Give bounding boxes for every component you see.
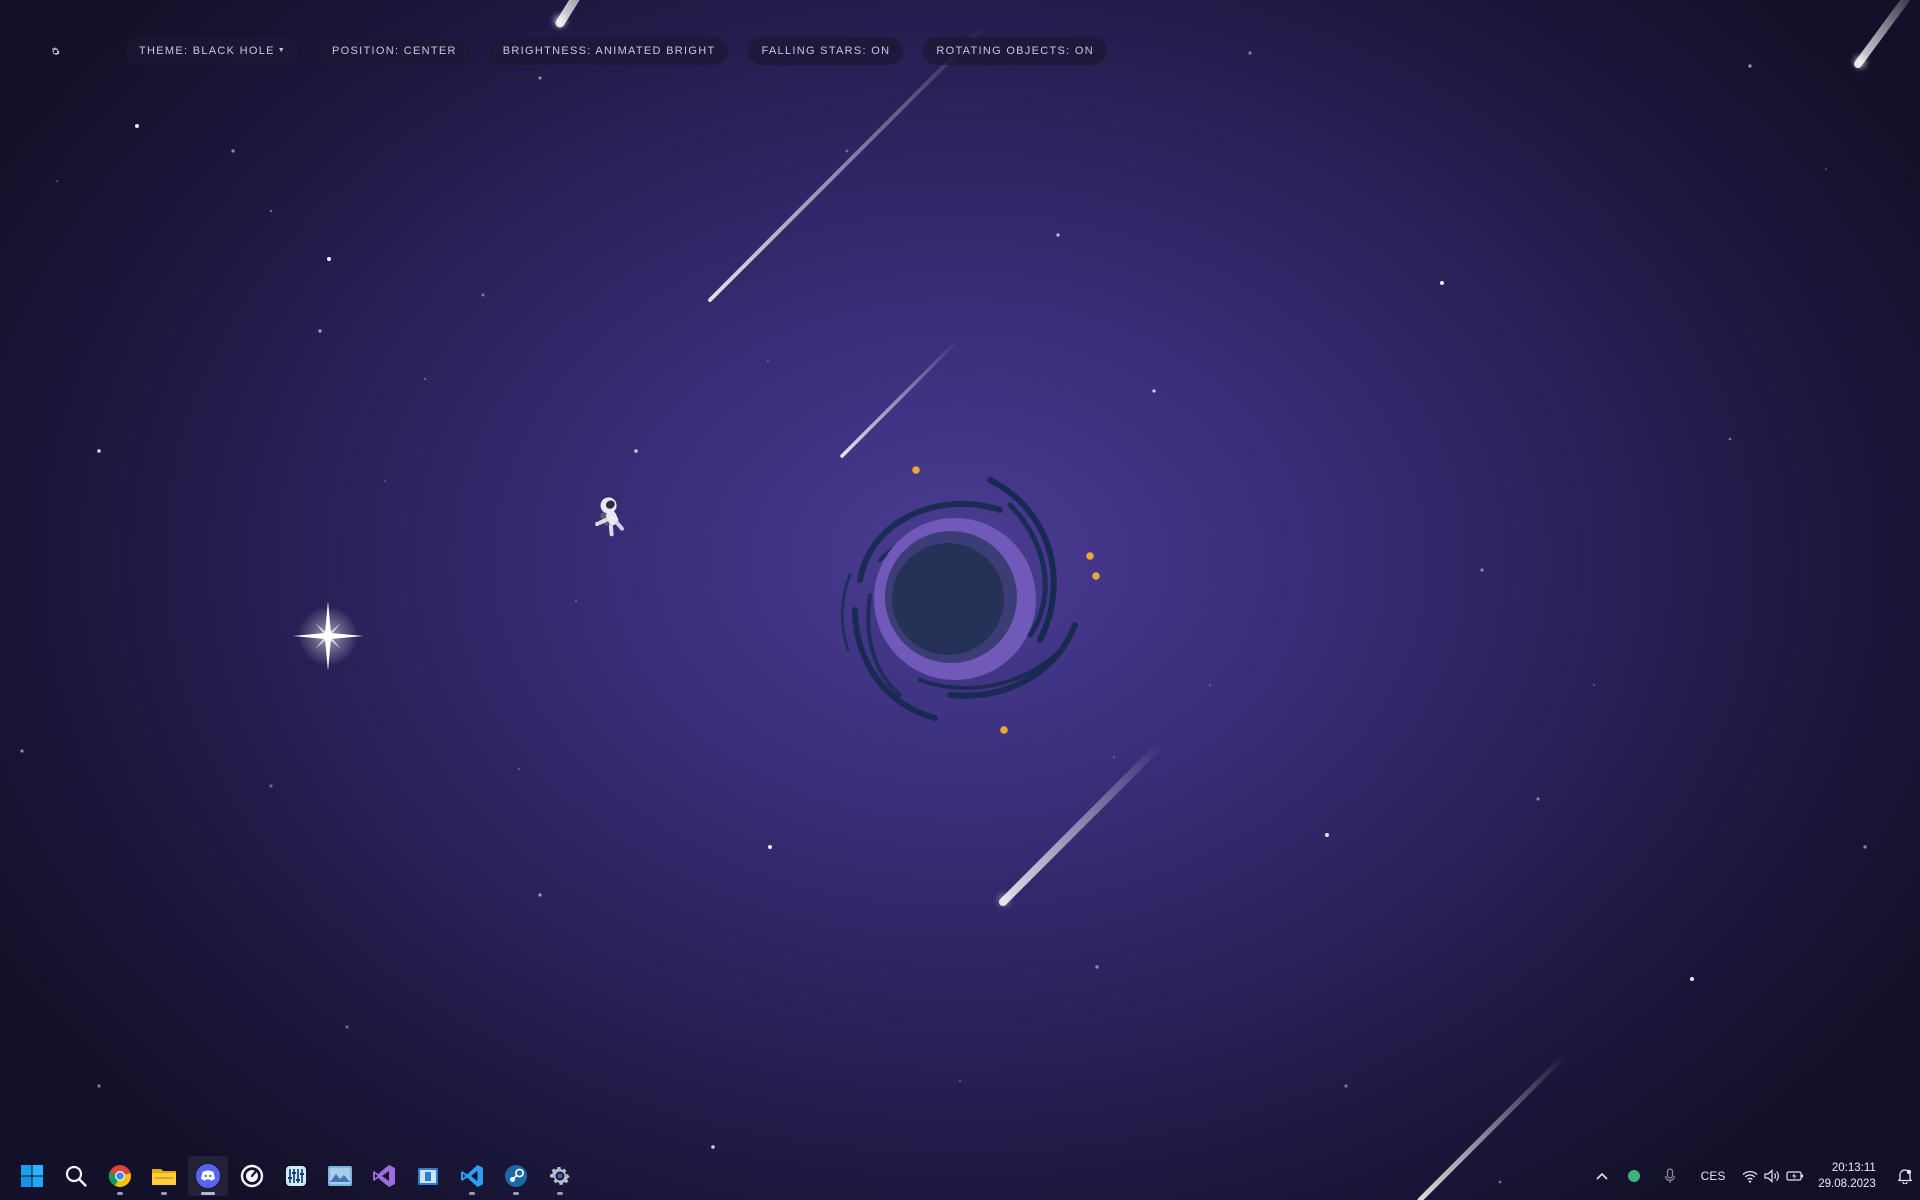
discord-icon xyxy=(196,1164,220,1188)
wallpaper-settings-bar: THEME: BLACK HOLE ▼ POSITION: CENTER BRIG… xyxy=(40,36,1107,66)
search-button[interactable] xyxy=(56,1156,96,1196)
position-label: POSITION: CENTER xyxy=(332,45,457,57)
search-icon xyxy=(65,1165,87,1187)
comet-trails xyxy=(554,0,1911,1200)
taskbar-app-store[interactable] xyxy=(408,1156,448,1196)
black-hole xyxy=(840,466,1100,734)
tray-status-app[interactable] xyxy=(1618,1152,1650,1200)
taskbar-app-equalizer[interactable] xyxy=(276,1156,316,1196)
chrome-icon xyxy=(108,1165,131,1187)
clock-button[interactable]: 20:13:11 29.08.2023 xyxy=(1810,1152,1890,1200)
status-dot-icon xyxy=(1628,1170,1640,1182)
start-button[interactable] xyxy=(12,1156,52,1196)
notifications-button[interactable] xyxy=(1890,1152,1920,1200)
quick-settings-button[interactable] xyxy=(1736,1152,1810,1200)
system-tray: CES 20:13:11 29.08.2023 xyxy=(1586,1152,1920,1200)
volume-icon xyxy=(1764,1169,1779,1183)
rotating-objects-toggle[interactable]: ROTATING OBJECTS: ON xyxy=(923,37,1107,65)
taskbar-app-file-explorer[interactable] xyxy=(144,1156,184,1196)
notification-bell-icon xyxy=(1898,1169,1912,1184)
taskbar-app-discord[interactable] xyxy=(188,1156,228,1196)
windows-start-icon xyxy=(21,1165,43,1187)
running-indicator xyxy=(469,1192,475,1195)
running-indicator xyxy=(557,1192,563,1195)
taskbar-app-photos[interactable] xyxy=(320,1156,360,1196)
taskbar-apps xyxy=(12,1152,584,1200)
vscode-icon xyxy=(461,1165,483,1187)
taskbar-app-visual-studio[interactable] xyxy=(364,1156,404,1196)
taskbar-app-speedometer[interactable] xyxy=(232,1156,272,1196)
running-indicator xyxy=(161,1192,167,1195)
chevron-up-icon xyxy=(1596,1172,1608,1180)
rotating-objects-label: ROTATING OBJECTS: ON xyxy=(936,45,1094,57)
taskbar: CES 20:13:11 29.08.2023 xyxy=(0,1152,1920,1200)
clock-time: 20:13:11 xyxy=(1831,1162,1876,1174)
equalizer-icon xyxy=(286,1166,306,1186)
clock: 20:13:11 29.08.2023 xyxy=(1818,1160,1876,1192)
taskbar-app-steam[interactable] xyxy=(496,1156,536,1196)
wifi-icon xyxy=(1742,1170,1758,1183)
clock-date: 29.08.2023 xyxy=(1818,1178,1876,1190)
running-indicator xyxy=(201,1192,215,1195)
brightness-toggle[interactable]: BRIGHTNESS: ANIMATED BRIGHT xyxy=(489,37,729,65)
desktop-wallpaper: THEME: BLACK HOLE ▼ POSITION: CENTER BRIG… xyxy=(0,0,1920,1200)
falling-stars-label: FALLING STARS: ON xyxy=(761,45,891,57)
microphone-icon xyxy=(1664,1168,1676,1183)
photo-icon xyxy=(328,1166,352,1186)
running-indicator xyxy=(117,1192,123,1195)
caret-down-icon: ▼ xyxy=(277,46,287,54)
gear-icon[interactable] xyxy=(40,36,70,66)
speedometer-icon xyxy=(240,1164,264,1188)
taskbar-app-settings[interactable] xyxy=(540,1156,580,1196)
taskbar-app-vscode[interactable] xyxy=(452,1156,492,1196)
visual-studio-icon xyxy=(373,1165,395,1187)
astronaut-figure xyxy=(595,497,624,537)
show-hidden-icons-button[interactable] xyxy=(1586,1152,1618,1200)
store-icon xyxy=(418,1168,438,1185)
theme-dropdown[interactable]: THEME: BLACK HOLE ▼ xyxy=(126,37,300,65)
folder-icon xyxy=(152,1169,176,1185)
microphone-button[interactable] xyxy=(1650,1152,1690,1200)
taskbar-app-chrome[interactable] xyxy=(100,1156,140,1196)
steam-icon xyxy=(505,1165,527,1187)
four-point-star xyxy=(293,601,363,671)
black-hole-core xyxy=(892,543,1004,655)
position-toggle[interactable]: POSITION: CENTER xyxy=(319,37,470,65)
theme-label: THEME: BLACK HOLE xyxy=(139,45,275,57)
brightness-label: BRIGHTNESS: ANIMATED BRIGHT xyxy=(502,45,716,57)
falling-stars-toggle[interactable]: FALLING STARS: ON xyxy=(748,37,904,65)
running-indicator xyxy=(513,1192,519,1195)
language-label: CES xyxy=(1700,1169,1726,1183)
input-language[interactable]: CES xyxy=(1690,1152,1736,1200)
battery-icon xyxy=(1786,1171,1804,1181)
settings-icon xyxy=(550,1167,570,1185)
